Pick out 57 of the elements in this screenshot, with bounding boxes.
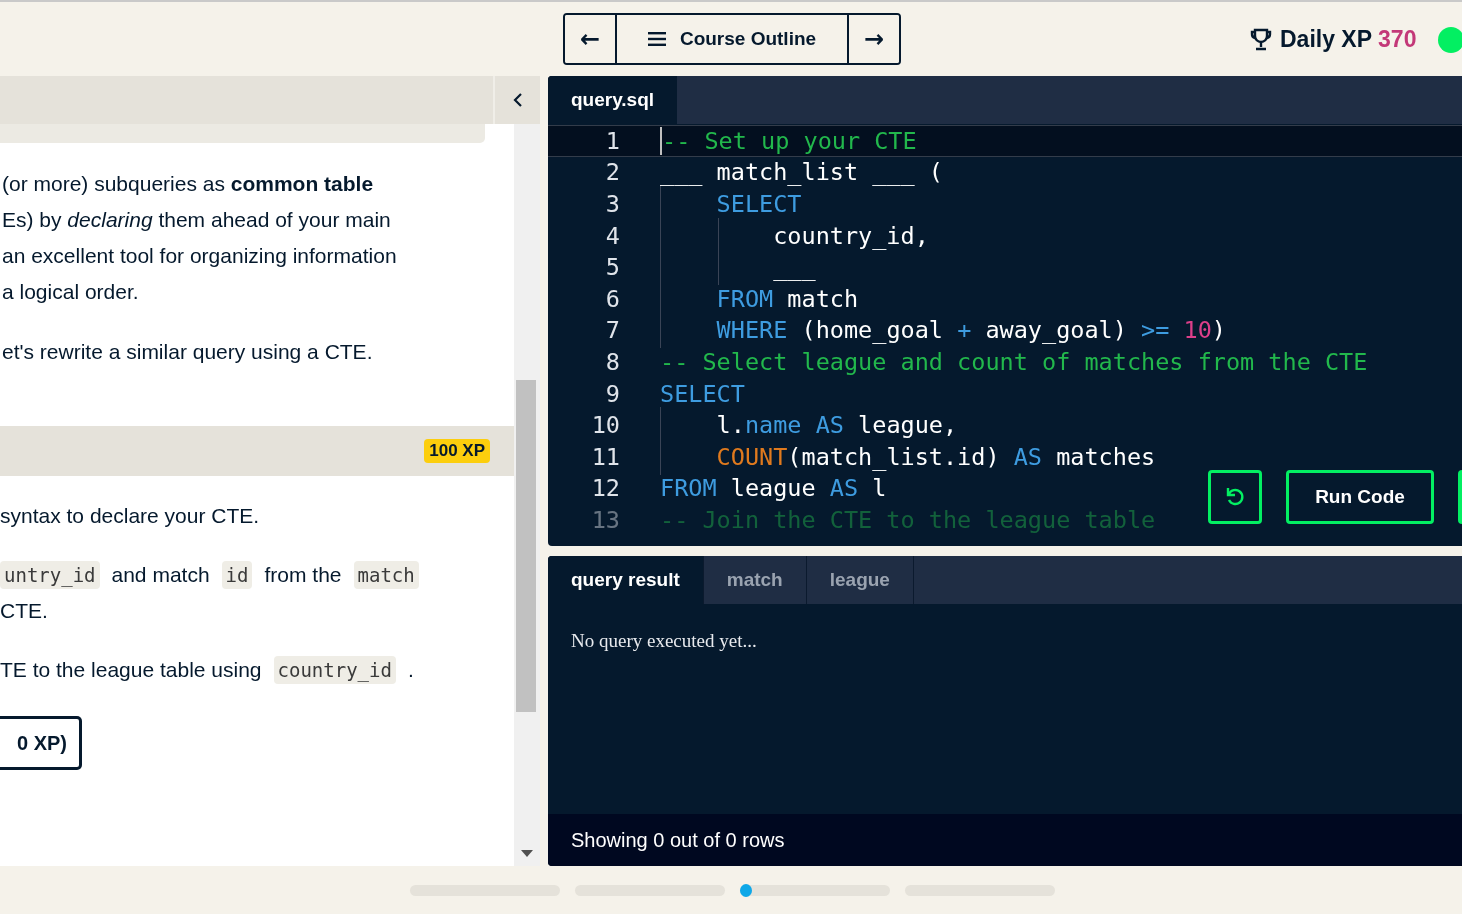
reset-button[interactable]: [1208, 470, 1262, 524]
progress-segment[interactable]: [740, 884, 890, 896]
line-number: 13: [590, 505, 620, 534]
lesson-text: et's rewrite a similar query using a CTE.: [1, 339, 374, 365]
line-number: 8: [604, 347, 620, 376]
lesson-text: an excellent tool for organizing information: [1, 243, 398, 269]
instruction-text: .: [407, 657, 414, 683]
code-line: -- Join the CTE to the league table: [660, 505, 1156, 534]
line-number: 10: [590, 411, 620, 440]
line-number: 9: [604, 379, 620, 408]
result-message: No query executed yet...: [571, 630, 758, 652]
instruction-text: from the: [264, 562, 342, 588]
reset-icon: [1225, 486, 1245, 508]
line-number: 6: [604, 284, 620, 313]
code-line: SELECT: [660, 379, 745, 408]
code-line: -- Set up your CTE: [660, 126, 917, 155]
result-tab[interactable]: query result: [548, 556, 704, 604]
instruction-text: TE to the league table using: [0, 657, 262, 683]
line-number: 1: [604, 126, 620, 155]
line-number: 12: [590, 474, 620, 503]
inline-code: match: [353, 561, 419, 589]
run-code-button[interactable]: Run Code: [1286, 470, 1434, 524]
code-line: FROM league AS l: [660, 474, 887, 503]
row-count-text: Showing 0 out of 0 rows: [571, 828, 785, 852]
line-number: 11: [590, 442, 620, 471]
line-number: 4: [604, 221, 620, 250]
inline-code: untry_id: [0, 561, 100, 589]
line-number: 3: [604, 190, 620, 218]
instruction-text: CTE.: [0, 598, 48, 624]
scrollbar[interactable]: [514, 124, 540, 866]
xp-badge: 100 XP: [424, 439, 490, 463]
scrollbar-thumb[interactable]: [516, 380, 536, 712]
current-step-marker: [740, 883, 752, 897]
daily-xp-value: 370: [1378, 26, 1417, 53]
collapse-button[interactable]: [493, 76, 540, 124]
inline-code: id: [221, 561, 253, 589]
daily-xp-label: Daily XP: [1280, 26, 1373, 53]
inline-code: country_id: [273, 656, 396, 684]
code-editor[interactable]: [548, 76, 1462, 546]
instruction-text: and match: [111, 562, 210, 588]
lesson-text: a logical order.: [1, 279, 140, 305]
line-number: 5: [604, 253, 620, 282]
menu-icon: [647, 32, 666, 46]
scroll-down-icon[interactable]: [521, 850, 533, 858]
instruction-text: syntax to declare your CTE.: [0, 503, 260, 529]
lesson-text: (or more) subqueries as common table: [1, 171, 375, 197]
line-number: 2: [604, 158, 620, 187]
chevron-left-icon: [512, 92, 523, 108]
code-line: ___ match_list ___ (: [660, 158, 943, 187]
course-outline-button[interactable]: Course Outline: [615, 15, 849, 63]
lesson-text: Es) by declaring them ahead of your main: [1, 207, 392, 233]
code-line: -- Select league and count of matches from the CTE: [660, 347, 1368, 376]
status-indicator: [1438, 26, 1462, 53]
hint-button[interactable]: 0 XP): [0, 716, 82, 770]
line-number: 7: [604, 316, 620, 345]
file-tab[interactable]: query.sql: [548, 76, 678, 124]
trophy-icon: [1250, 27, 1272, 52]
